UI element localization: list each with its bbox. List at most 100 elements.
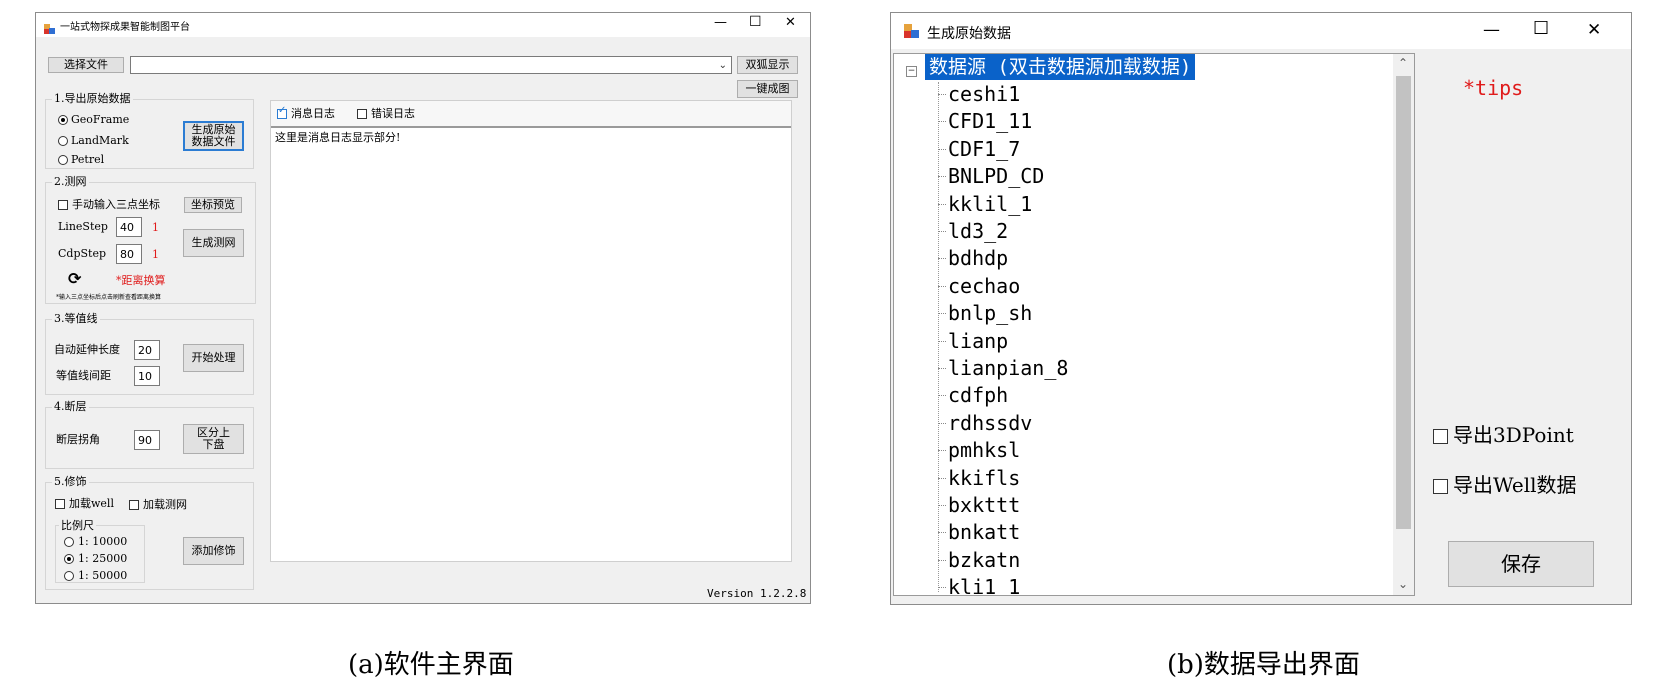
tree-item[interactable]: bxkttt	[894, 492, 1392, 518]
load-well-label: 加载well	[69, 497, 114, 510]
tree-item[interactable]: cdfph	[894, 382, 1392, 408]
tree-item-label: cdfph	[948, 383, 1009, 408]
tree-item[interactable]: cechao	[894, 273, 1392, 299]
generate-raw-data-button[interactable]: 生成原始数据文件	[183, 121, 244, 151]
tree-item[interactable]: CFD1_11	[894, 108, 1392, 134]
manual-coordinates-checkbox[interactable]	[58, 200, 68, 210]
caption-main-ui: (a)软件主界面	[348, 650, 514, 680]
decoration-group: 5.修饰 加载well 加载测网 比例尺 1: 10000 1: 25000 1…	[45, 474, 254, 590]
manual-coordinates-label: 手动输入三点坐标	[72, 198, 160, 211]
auto-extend-input[interactable]: 20	[134, 340, 160, 360]
arc-display-button[interactable]: 双狐显示	[737, 56, 798, 74]
start-processing-button[interactable]: 开始处理	[183, 344, 244, 372]
tree-connector	[938, 395, 946, 397]
contour-interval-input[interactable]: 10	[134, 366, 160, 386]
file-path-combobox[interactable]: ⌄	[130, 56, 732, 74]
tree-connector	[938, 313, 946, 315]
maximize-button[interactable]: ☐	[1533, 18, 1549, 39]
tree-item-label: cechao	[948, 273, 1021, 298]
contour-legend: 3.等值线	[52, 311, 100, 327]
tree-root-label[interactable]: 数据源 (双击数据源加载数据)	[925, 54, 1196, 80]
one-click-map-button[interactable]: 一键成图	[737, 80, 798, 98]
export-window: 生成原始数据 — ☐ ✕ − 数据源 (双击数据源加载数据) ceshi1 CFD…	[890, 12, 1632, 605]
data-source-tree[interactable]: − 数据源 (双击数据源加载数据) ceshi1 CFD1_11 CDF1_7 BNL…	[893, 53, 1415, 596]
tree-item[interactable]: kklil_1	[894, 191, 1392, 217]
tree-connector	[938, 285, 946, 287]
fault-angle-label: 断层拐角	[56, 433, 100, 446]
tree-item[interactable]: bnkatt	[894, 519, 1392, 545]
collapse-icon[interactable]: −	[906, 66, 917, 77]
add-decoration-button[interactable]: 添加修饰	[183, 537, 244, 565]
tree-item-label: rdhssdv	[948, 410, 1033, 435]
tree-connector	[938, 340, 946, 342]
save-button[interactable]: 保存	[1448, 541, 1594, 587]
cdp-step-input[interactable]: 80	[116, 244, 142, 264]
tree-connector	[938, 368, 946, 369]
export-3dpoint-checkbox[interactable]	[1433, 429, 1448, 444]
chevron-down-icon[interactable]: ⌄	[719, 56, 727, 76]
tree-item[interactable]: pmhksl	[894, 437, 1392, 463]
tree-item[interactable]: bzkatn	[894, 547, 1392, 573]
export-3dpoint-label: 导出3DPoint	[1453, 423, 1574, 447]
radio-scale-50000[interactable]	[64, 571, 74, 581]
load-grid-checkbox[interactable]	[129, 500, 139, 510]
grid-note: *输入三点坐标后点击刷新查看距离换算	[56, 294, 162, 301]
export-well-checkbox[interactable]	[1433, 479, 1448, 494]
tree-item[interactable]: bdhdp	[894, 245, 1392, 271]
close-button[interactable]: ✕	[785, 15, 796, 30]
scroll-up-icon[interactable]: ⌃	[1398, 56, 1408, 70]
radio-geoframe[interactable]	[58, 115, 68, 125]
export-raw-data-group: 1.导出原始数据 GeoFrame LandMark Petrel 生成原始数据…	[45, 91, 254, 169]
maximize-button[interactable]: ☐	[749, 14, 762, 30]
tree-item[interactable]: CDF1_7	[894, 136, 1392, 162]
cdp-step-label: CdpStep	[58, 247, 107, 260]
decoration-legend: 5.修饰	[52, 474, 89, 490]
tree-item[interactable]: rdhssdv	[894, 410, 1392, 436]
log-panel: ✓ 消息日志 错误日志 这里是消息日志显示部分!	[270, 100, 792, 562]
distance-convert-label: *距离换算	[116, 274, 166, 287]
tree-item-label: kklil_1	[948, 191, 1033, 216]
close-button[interactable]: ✕	[1587, 20, 1601, 40]
scroll-down-icon[interactable]: ⌄	[1398, 577, 1408, 591]
auto-extend-label: 自动延伸长度	[54, 343, 120, 356]
fault-group: 4.断层 断层拐角 90 区分上下盘	[45, 399, 254, 469]
generate-grid-button[interactable]: 生成测网	[183, 229, 244, 257]
radio-petrel[interactable]	[58, 155, 68, 165]
radio-scale-25000[interactable]	[64, 554, 74, 564]
tree-item-label: bdhdp	[948, 246, 1009, 271]
minimize-button[interactable]: —	[1483, 20, 1500, 40]
refresh-icon[interactable]: ⟳	[68, 271, 81, 287]
tree-connector	[938, 532, 946, 534]
tree-item[interactable]: kkifls	[894, 465, 1392, 491]
radio-scale-25000-label: 1: 25000	[78, 552, 128, 565]
survey-grid-group: 2.测网 手动输入三点坐标 坐标预览 LineStep 40 1 CdpStep…	[45, 174, 256, 304]
error-log-checkbox[interactable]	[357, 109, 367, 119]
app-icon	[44, 19, 55, 34]
coordinate-preview-button[interactable]: 坐标预览	[184, 197, 242, 213]
fault-angle-input[interactable]: 90	[134, 430, 160, 450]
split-fault-walls-button[interactable]: 区分上下盘	[183, 424, 244, 454]
minimize-button[interactable]: —	[714, 15, 727, 30]
select-file-button[interactable]: 选择文件	[48, 57, 124, 73]
message-log-tab[interactable]: 消息日志	[291, 107, 335, 121]
tree-item[interactable]: ld3_2	[894, 218, 1392, 244]
tree-item[interactable]: bnlp_sh	[894, 300, 1392, 326]
tree-item[interactable]: lianp	[894, 328, 1392, 354]
contour-group: 3.等值线 自动延伸长度 20 等值线间距 10 开始处理	[45, 311, 254, 395]
tree-item[interactable]: lianpian_8	[894, 355, 1392, 381]
radio-landmark[interactable]	[58, 136, 68, 146]
tree-item-label: kkifls	[948, 465, 1021, 490]
error-log-tab[interactable]: 错误日志	[371, 107, 415, 121]
tree-item[interactable]: BNLPD_CD	[894, 163, 1392, 189]
tree-connector	[938, 148, 946, 150]
line-step-input[interactable]: 40	[116, 217, 142, 237]
tree-item[interactable]: kli1_1	[894, 574, 1392, 595]
load-well-checkbox[interactable]	[55, 499, 65, 509]
tree-item-label: lianpian_8	[948, 356, 1069, 380]
scroll-thumb[interactable]	[1396, 76, 1411, 529]
tree-scrollbar[interactable]: ⌃ ⌄	[1393, 54, 1414, 595]
tree-item-label: pmhksl	[948, 438, 1021, 463]
radio-scale-10000[interactable]	[64, 537, 74, 547]
tree-item[interactable]: ceshi1	[894, 81, 1392, 107]
tree-connector	[938, 422, 946, 424]
